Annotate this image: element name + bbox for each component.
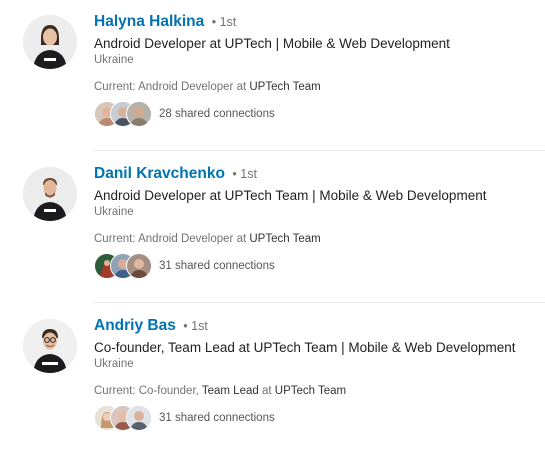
current-prefix: Current: [94,233,136,245]
profile-photo-woman-icon [23,15,77,69]
current-prefix: Current: [94,385,136,397]
current-at: at [236,81,247,93]
result-info: Danil Kravchenko • 1st Android Developer… [94,164,545,247]
search-result-card: Andriy Bas • 1st Co-founder, Team Lead a… [0,304,545,451]
profile-avatar[interactable] [23,167,77,221]
connection-face [126,405,152,431]
shared-connection-faces [94,253,154,279]
shared-connections[interactable]: 28 shared connections [94,101,275,127]
profile-headline: Android Developer at UPTech Team | Mobil… [94,188,487,203]
current-role: Android Developer [138,233,234,245]
shared-connection-faces [94,101,154,127]
current-company: UPTech Team [249,233,321,245]
connection-face [126,101,152,127]
profile-name-link[interactable]: Halyna Halkina [94,13,204,30]
current-prefix: Current: [94,81,136,93]
search-result-card: Danil Kravchenko • 1st Android Developer… [0,152,545,304]
shared-connection-faces [94,405,154,431]
current-role: Team Lead [201,385,259,397]
result-info: Halyna Halkina • 1st Android Developer a… [94,12,545,95]
divider [94,150,545,151]
shared-connections-count: 31 shared connections [159,412,275,424]
profile-location: Ukraine [94,54,134,66]
current-company: UPTech Team [249,81,321,93]
current-role-plain: Co-founder, [138,385,199,397]
search-result-card: Halyna Halkina • 1st Android Developer a… [0,0,545,152]
connection-face-icon [127,254,151,278]
current-role: Android Developer [138,81,234,93]
connection-face [126,253,152,279]
connection-degree: • 1st [232,167,257,181]
shared-connections[interactable]: 31 shared connections [94,253,275,279]
result-info: Andriy Bas • 1st Co-founder, Team Lead a… [94,316,545,399]
search-results-list: Halyna Halkina • 1st Android Developer a… [0,0,545,451]
current-position: Current: Android Developer at UPTech Tea… [94,232,545,247]
profile-location: Ukraine [94,358,134,370]
shared-connections[interactable]: 31 shared connections [94,405,275,431]
shared-connections-count: 28 shared connections [159,108,275,120]
profile-headline: Co-founder, Team Lead at UPTech Team | M… [94,340,516,355]
connection-degree: • 1st [211,15,237,29]
profile-location: Ukraine [94,206,134,218]
connection-degree: • 1st [183,319,208,333]
current-company: UPTech Team [274,385,347,397]
current-position: Current: Co-founder, Team Lead at UPTech… [94,384,545,399]
profile-avatar[interactable] [23,319,77,373]
profile-headline: Android Developer at UPTech | Mobile & W… [94,36,450,51]
name-line: Andriy Bas • 1st [94,316,545,336]
current-at: at [261,385,272,397]
divider [94,302,545,303]
shared-connections-count: 31 shared connections [159,260,275,272]
connection-face-icon [127,406,151,430]
current-position: Current: Android Developer at UPTech Tea… [94,80,545,95]
current-at: at [236,233,247,245]
connection-face-icon [127,102,151,126]
name-line: Danil Kravchenko • 1st [94,164,545,184]
profile-photo-man-icon [23,167,77,221]
profile-name-link[interactable]: Danil Kravchenko [94,165,225,182]
name-line: Halyna Halkina • 1st [94,12,545,32]
profile-photo-man-glasses-icon [23,319,77,373]
profile-avatar[interactable] [23,15,77,69]
profile-name-link[interactable]: Andriy Bas [94,317,176,334]
